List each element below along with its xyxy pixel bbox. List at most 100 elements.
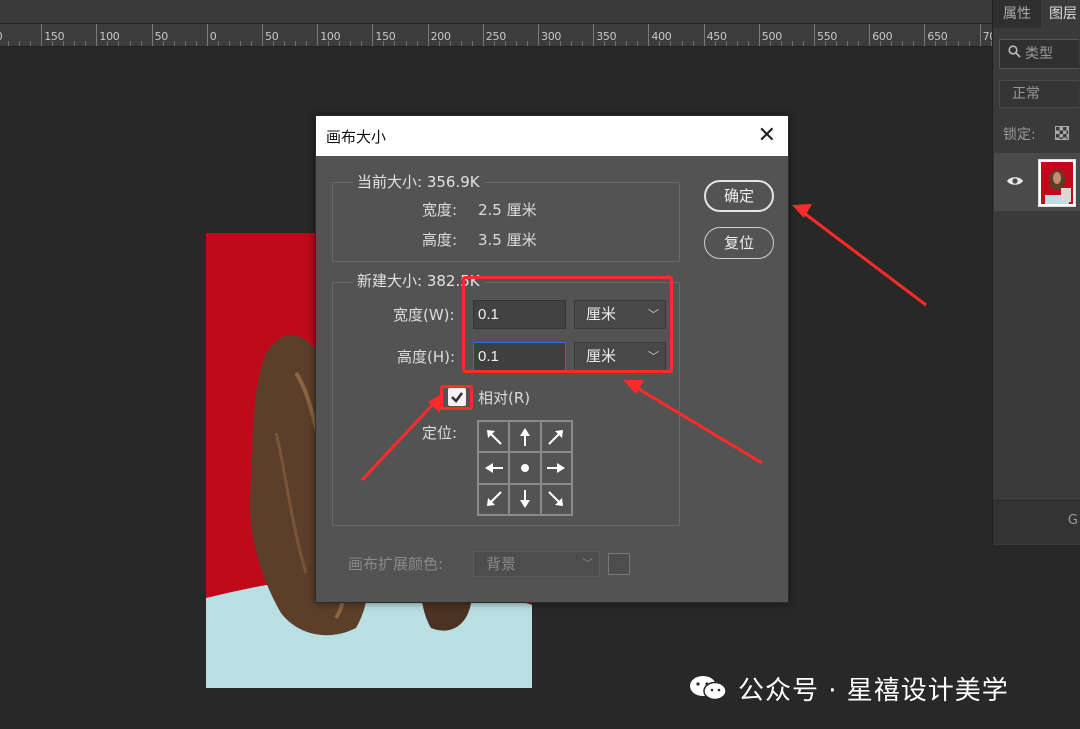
ruler-minor-tick xyxy=(736,41,738,46)
ruler-minor-tick xyxy=(825,41,827,46)
tab-layers[interactable]: 图层 xyxy=(1041,0,1080,28)
lock-transparency-icon[interactable] xyxy=(1055,126,1069,140)
extension-color-swatch xyxy=(608,553,630,575)
ruler-major-tick xyxy=(924,24,926,46)
ruler-minor-tick xyxy=(217,41,219,46)
watermark: 公众号 · 星禧设计美学 xyxy=(688,670,1009,706)
ruler-minor-tick xyxy=(637,41,639,46)
relative-label[interactable]: 相对(R) xyxy=(478,387,530,408)
current-size-group xyxy=(332,182,680,262)
layer-thumbnail[interactable] xyxy=(1038,159,1076,207)
anchor-top-left[interactable] xyxy=(478,421,510,453)
anchor-center[interactable] xyxy=(509,452,541,484)
new-height-label: 高度(H): xyxy=(397,348,456,366)
ruler-minor-tick xyxy=(107,41,109,46)
ruler-major-tick xyxy=(482,24,484,46)
tab-properties[interactable]: 属性 xyxy=(993,0,1041,28)
ruler-major-tick xyxy=(427,24,429,46)
ruler-minor-tick xyxy=(526,41,528,46)
ruler-label: 500 xyxy=(761,30,782,43)
visibility-eye-icon[interactable] xyxy=(1006,175,1024,187)
arrow-down-right-icon xyxy=(548,491,564,507)
ruler-minor-tick xyxy=(935,41,937,46)
ruler-minor-tick xyxy=(118,41,120,46)
ruler-label: 50 xyxy=(265,30,279,43)
ok-button[interactable]: 确定 xyxy=(704,180,774,212)
ruler-major-tick xyxy=(869,24,871,46)
ruler-major-tick xyxy=(372,24,374,46)
anchor-bottom-left[interactable] xyxy=(478,483,510,515)
ruler-minor-tick xyxy=(383,41,385,46)
ruler-label: 90 xyxy=(0,30,3,43)
anchor-bottom[interactable] xyxy=(509,483,541,515)
extension-color-value: 背景 xyxy=(486,555,517,573)
ruler-minor-tick xyxy=(802,41,804,46)
panel-footer: G xyxy=(993,500,1080,544)
ruler-minor-tick xyxy=(250,41,252,46)
extension-color-select: 背景 ﹀ xyxy=(473,551,600,577)
extension-color-label: 画布扩展颜色: xyxy=(348,555,444,573)
ruler-minor-tick xyxy=(913,41,915,46)
ruler-major-tick xyxy=(758,24,760,46)
ruler-minor-tick xyxy=(769,41,771,46)
ruler-label: 100 xyxy=(320,30,341,43)
ruler-minor-tick xyxy=(74,41,76,46)
anchor-dot-icon xyxy=(520,463,529,472)
ruler-minor-tick xyxy=(405,41,407,46)
ruler-major-tick xyxy=(538,24,539,46)
ruler-minor-tick xyxy=(659,41,661,46)
ruler-label: 550 xyxy=(817,30,838,43)
ruler-label: 300 xyxy=(541,30,562,43)
layer-row[interactable] xyxy=(994,153,1080,211)
panel-tabs: 属性 图层 xyxy=(993,0,1080,28)
arrow-right-icon xyxy=(547,462,566,473)
ruler-minor-tick xyxy=(239,41,241,46)
chevron-down-icon: ﹀ xyxy=(582,557,593,570)
ruler-minor-tick xyxy=(184,41,186,46)
ruler-label: 150 xyxy=(375,30,396,43)
ruler-minor-tick xyxy=(747,41,749,46)
anchor-top-right[interactable] xyxy=(540,421,572,453)
ruler-minor-tick xyxy=(19,41,21,46)
ruler-minor-tick xyxy=(493,41,495,46)
layer-filter-search[interactable]: 类型 xyxy=(999,39,1079,69)
arrow-to-ok-icon xyxy=(792,204,927,307)
ruler-minor-tick xyxy=(284,41,286,46)
layers-panel: 属性 图层 类型 正常 锁定: G xyxy=(992,0,1080,545)
ruler-minor-tick xyxy=(515,41,517,46)
ruler-minor-tick xyxy=(449,41,451,46)
ruler-label: 150 xyxy=(44,30,65,43)
ruler-minor-tick xyxy=(460,41,462,46)
wechat-icon xyxy=(688,673,728,703)
ruler-minor-tick xyxy=(670,41,672,46)
reset-button[interactable]: 复位 xyxy=(704,227,774,259)
anchor-right[interactable] xyxy=(540,452,572,484)
ruler-minor-tick xyxy=(847,41,849,46)
ruler-label: 650 xyxy=(927,30,948,43)
close-icon[interactable]: ✕ xyxy=(758,122,776,150)
lock-label: 锁定: xyxy=(1003,127,1036,143)
ruler-minor-tick xyxy=(968,41,970,46)
ruler-minor-tick xyxy=(902,41,904,46)
anchor-bottom-right[interactable] xyxy=(540,483,572,515)
ruler-label: 100 xyxy=(99,30,120,43)
ruler-label: 50 xyxy=(154,30,169,43)
ruler-major-tick xyxy=(703,24,705,46)
ruler-label: 450 xyxy=(706,30,727,43)
ruler-minor-tick xyxy=(626,41,628,46)
ruler-label: 250 xyxy=(485,30,506,43)
ruler-minor-tick xyxy=(63,41,65,46)
ruler-minor-tick xyxy=(173,41,175,46)
ruler-minor-tick xyxy=(604,41,606,46)
anchor-left[interactable] xyxy=(478,452,510,484)
anchor-top[interactable] xyxy=(509,421,541,453)
ruler-minor-tick xyxy=(361,41,363,46)
ruler-major-tick xyxy=(979,24,981,46)
ruler-minor-tick xyxy=(681,41,683,46)
ruler-minor-tick xyxy=(836,41,838,46)
ruler-minor-tick xyxy=(504,41,506,46)
blend-mode-select[interactable]: 正常 xyxy=(999,80,1079,108)
current-height-value: 3.5 厘米 xyxy=(478,231,537,249)
current-width-value: 2.5 厘米 xyxy=(478,201,537,219)
ruler-minor-tick xyxy=(946,41,948,46)
